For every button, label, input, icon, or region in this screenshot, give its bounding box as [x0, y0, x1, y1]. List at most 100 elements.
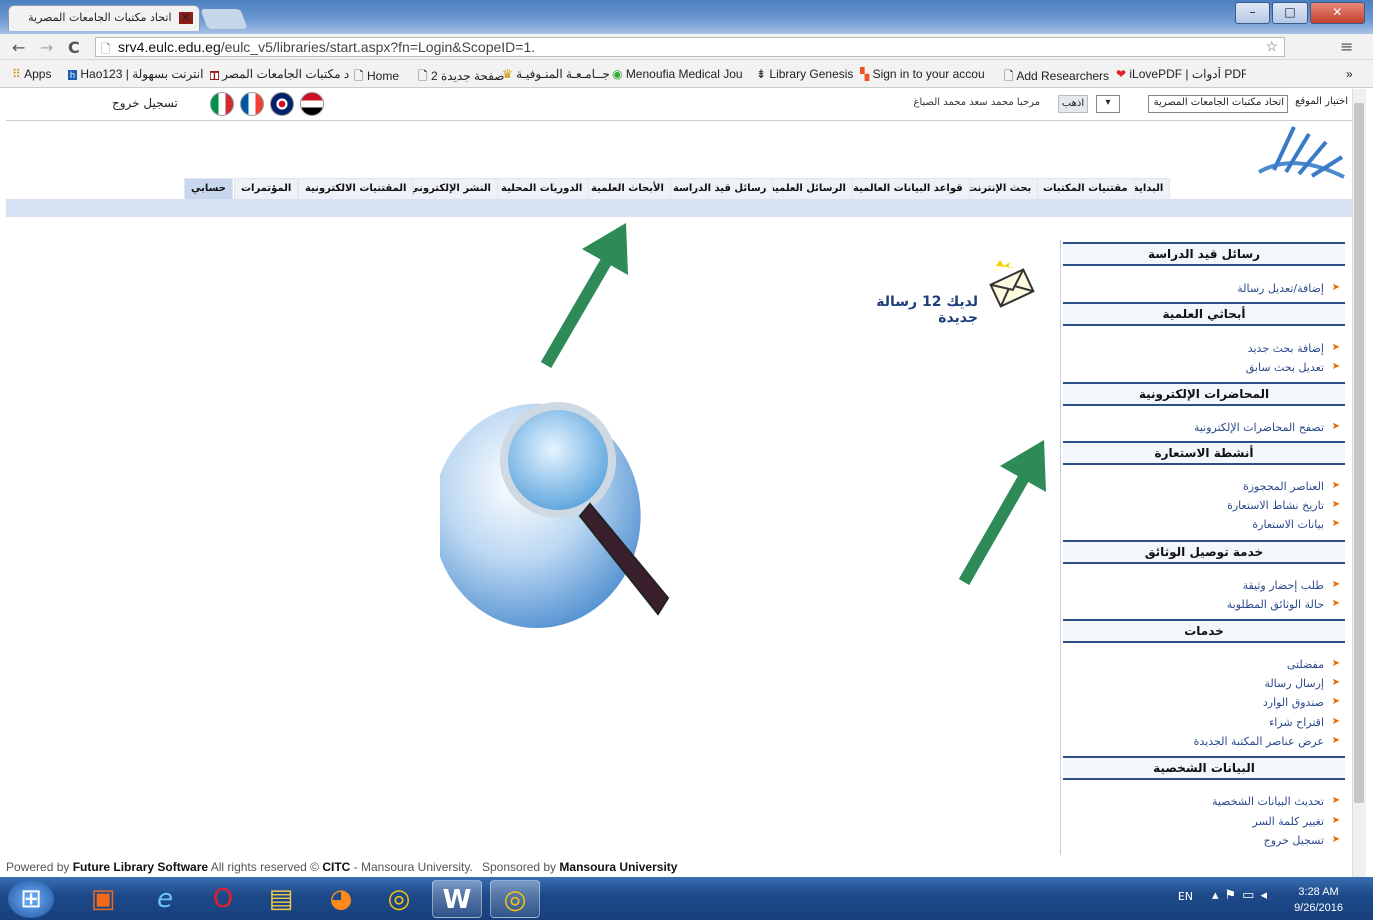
site-label: اختيار الموقع — [1295, 96, 1348, 107]
internet-explorer-icon[interactable]: e — [140, 880, 190, 918]
menu-global-databases[interactable]: قواعد البيانات العالمية — [846, 178, 970, 200]
menu-library-holdings[interactable]: مقتنيات المكتبات — [1036, 178, 1135, 200]
menu-my-account[interactable]: حسابي — [184, 178, 234, 200]
footer-citc[interactable]: CITC — [322, 860, 350, 874]
section-personal-data: البيانات الشخصية — [1063, 756, 1345, 780]
chrome-icon[interactable]: ◎ — [374, 880, 424, 918]
link-document-status[interactable]: حالة الوثائق المطلوبة — [1227, 598, 1340, 611]
main-menu: البداية مقتنيات المكتبات بحث الإنترنت قو… — [6, 174, 1352, 202]
file-explorer-icon[interactable]: ▤ — [256, 880, 306, 918]
link-change-password[interactable]: تغيير كلمة السر — [1253, 815, 1340, 828]
menu-e-holdings[interactable]: المقتنيات الالكترونية — [298, 178, 414, 200]
link-request-document[interactable]: طلب إحضار وثيقة — [1243, 579, 1341, 592]
browser-toolbar: ← → C 🗋 srv4.eulc.edu.eg/eulc_v5/librari… — [0, 34, 1373, 60]
link-suggest-purchase[interactable]: اقتراح شراء — [1269, 716, 1340, 729]
bookmark-new-page[interactable]: 🗋 صفحة جديدة 2 — [418, 67, 504, 88]
firefox-icon[interactable]: ◕ — [316, 880, 366, 918]
star-icon[interactable]: ☆ — [1265, 38, 1278, 55]
italian-flag-icon[interactable] — [210, 92, 234, 116]
system-clock[interactable]: 3:28 AM 9/26/2016 — [1294, 884, 1343, 916]
apps-grid-icon: ⠿ — [12, 67, 25, 81]
link-borrow-data[interactable]: بيانات الاستعارة — [1252, 518, 1339, 531]
dropdown-arrow-icon[interactable]: ▾ — [1096, 95, 1120, 113]
menu-e-publishing[interactable]: النشر الإلكتروني — [402, 178, 498, 200]
link-logout[interactable]: تسجيل خروج — [1264, 834, 1341, 847]
tab-title: اتحاد مكتبات الجامعات المصرية — [28, 11, 172, 24]
scrollbar-thumb[interactable] — [1354, 103, 1364, 803]
link-reserved-items[interactable]: العناصر المحجوزة — [1243, 480, 1340, 493]
tray-icons[interactable]: ▴⚑▭◂ — [1212, 888, 1273, 903]
forward-arrow-icon[interactable]: → — [40, 38, 53, 57]
tab-close-icon[interactable]: ✕ — [181, 11, 190, 24]
menu-theses-in-progress[interactable]: رسائل قيد الدراسة — [666, 178, 774, 200]
link-add-edit-thesis[interactable]: إضافة/تعديل رسالة — [1237, 282, 1340, 295]
bookmark-eulc[interactable]: ▮▮ اتحاد مكتبات الجامعات المصر — [210, 67, 350, 81]
page-icon: 🗋 — [1004, 69, 1017, 83]
reload-icon[interactable]: C — [68, 38, 80, 57]
bookmark-researchers[interactable]: 🗋 Add Researchers — [1004, 67, 1109, 88]
maximize-button[interactable]: □ — [1272, 2, 1308, 24]
pointer-arrow-icon — [540, 223, 628, 369]
menu-theses[interactable]: الرسائل العلمية — [762, 178, 853, 200]
new-tab-button[interactable] — [200, 9, 248, 29]
account-sidebar: رسائل قيد الدراسة إضافة/تعديل رسالة أبحا… — [1060, 240, 1346, 855]
start-button[interactable]: ⊞ — [8, 880, 54, 918]
bookmark-medical[interactable]: ◉ Menoufia Medical Jou — [612, 67, 742, 81]
browser-tab[interactable]: اتحاد مكتبات الجامعات المصرية ✕ — [8, 5, 200, 31]
go-button[interactable]: اذهب — [1058, 95, 1088, 113]
bookmark-apps[interactable]: ⠿ Apps — [12, 67, 51, 81]
link-browse-lectures[interactable]: تصفح المحاضرات الإلكترونية — [1194, 421, 1340, 434]
address-bar[interactable]: 🗋 srv4.eulc.edu.eg/eulc_v5/libraries/sta… — [95, 37, 1285, 57]
link-borrow-history[interactable]: تاريخ نشاط الاستعارة — [1227, 499, 1340, 512]
section-services: خدمات — [1063, 619, 1345, 643]
library-logo-icon — [1258, 126, 1345, 179]
menu-icon[interactable]: ≡ — [1340, 37, 1353, 56]
word-icon[interactable]: W — [432, 880, 482, 918]
bookmark-menoufia[interactable]: ♛ جــامـعـة المنـوفيـة — [502, 67, 610, 81]
logout-link[interactable]: تسجيل خروج — [112, 96, 178, 110]
new-messages-notice[interactable]: لديك 12 رسالة جديدة — [858, 294, 978, 326]
bookmark-ilovepdf[interactable]: ❤ iLovePDF | أدوات PDF — [1116, 67, 1246, 81]
link-inbox[interactable]: صندوق الوارد — [1263, 696, 1340, 709]
clock-date: 9/26/2016 — [1294, 902, 1343, 914]
language-indicator[interactable]: EN — [1178, 890, 1193, 903]
footer-rights: All rights reserved © — [210, 860, 319, 874]
link-update-profile[interactable]: تحديث البيانات الشخصية — [1212, 795, 1340, 808]
envelope-icon[interactable] — [986, 258, 1038, 310]
uk-flag-icon[interactable] — [270, 92, 294, 116]
link-send-message[interactable]: إرسال رسالة — [1264, 677, 1339, 690]
section-e-lectures: المحاضرات الإلكترونية — [1063, 382, 1345, 406]
french-flag-icon[interactable] — [240, 92, 264, 116]
footer-sponsored-name[interactable]: Mansoura University — [559, 860, 677, 874]
egypt-flag-icon[interactable] — [300, 92, 324, 116]
link-new-items[interactable]: عرض عناصر المكتبة الجديدة — [1194, 735, 1341, 748]
page-icon: 🗋 — [354, 69, 367, 83]
link-add-research[interactable]: إضافة بحث جديد — [1248, 342, 1341, 355]
bookmark-libgen[interactable]: ⇟ Library Genesis — [756, 67, 853, 81]
minimize-button[interactable]: – — [1235, 2, 1271, 24]
footer-powered-name[interactable]: Future Library Software — [73, 860, 208, 874]
bookmark-signin[interactable]: ▚ Sign in to your accou — [860, 67, 990, 81]
media-player-icon[interactable]: ▣ — [78, 880, 128, 918]
section-borrowing: أنشطة الاستعارة — [1063, 441, 1345, 465]
divider — [6, 120, 1352, 121]
more-bookmarks-icon[interactable]: » — [1346, 67, 1353, 81]
link-edit-research[interactable]: تعديل بحث سابق — [1246, 361, 1341, 374]
bookmark-hao123[interactable]: h Hao123 | انترنت بسهولة — [68, 67, 203, 81]
close-window-button[interactable]: ✕ — [1309, 2, 1365, 24]
menu-conferences[interactable]: المؤتمرات — [234, 178, 299, 200]
chrome-active-icon[interactable]: ◎ — [490, 880, 540, 918]
link-favorites[interactable]: مفضلتى — [1287, 658, 1340, 671]
bookmark-home[interactable]: 🗋 Home — [354, 67, 399, 88]
back-arrow-icon[interactable]: ← — [12, 38, 25, 57]
url-host: srv4.eulc.edu.eg — [118, 39, 221, 55]
menu-internet-search[interactable]: بحث الإنترنت — [960, 178, 1039, 200]
menu-research[interactable]: الأبحاث العلمية — [584, 178, 671, 200]
section-theses-in-progress: رسائل قيد الدراسة — [1063, 242, 1345, 266]
menu-local-journals[interactable]: الدوريات المحلية — [494, 178, 590, 200]
site-select[interactable]: اتحاد مكتبات الجامعات المصرية — [1148, 95, 1288, 113]
language-flags — [204, 92, 324, 119]
university-icon: ♛ — [502, 67, 517, 81]
opera-icon[interactable]: O — [198, 880, 248, 918]
menu-strip — [6, 199, 1352, 217]
